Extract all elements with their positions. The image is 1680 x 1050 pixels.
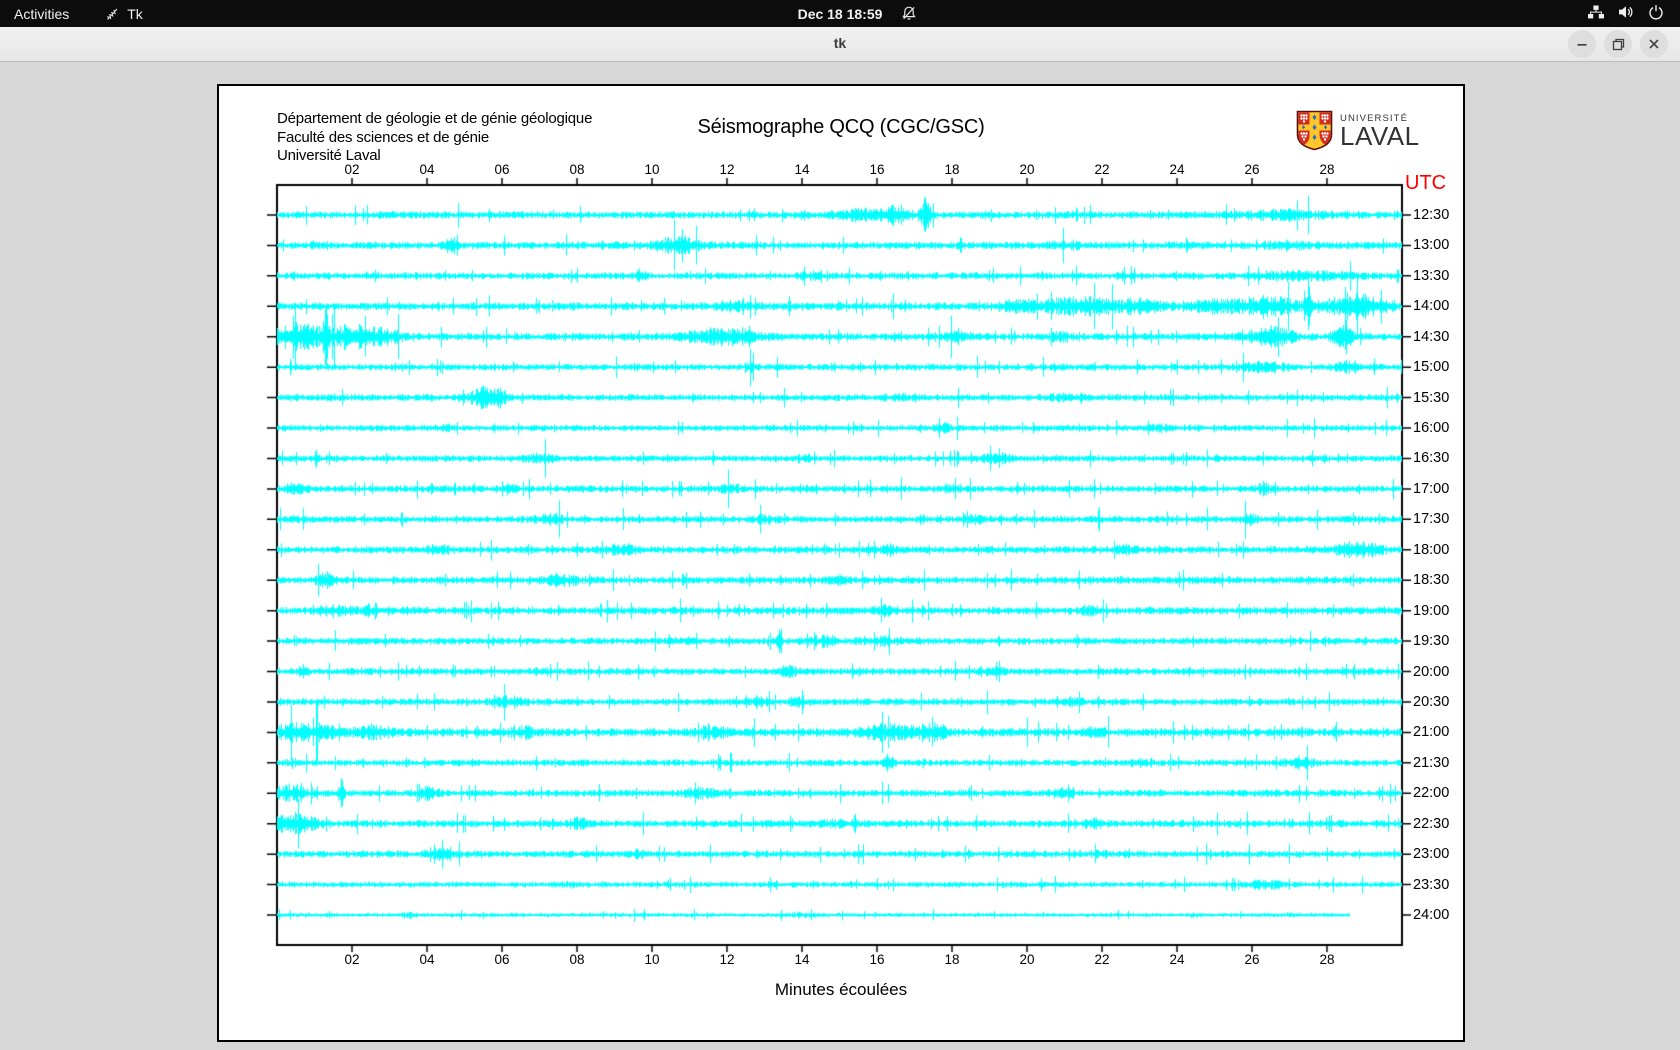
- close-button[interactable]: [1640, 30, 1668, 58]
- minute-tick-label: 18: [944, 162, 960, 177]
- utc-time-label: 22:30: [1413, 815, 1450, 832]
- utc-time-label: 23:00: [1413, 846, 1450, 863]
- window-controls: [1568, 30, 1668, 58]
- minute-tick-label: 08: [569, 952, 585, 967]
- focused-app-indicator[interactable]: Tk: [105, 0, 143, 27]
- window-content: Département de géologie et de génie géol…: [0, 62, 1680, 1050]
- minute-tick-label: 20: [1019, 952, 1035, 967]
- minute-tick-label: 02: [344, 952, 360, 967]
- minute-tick-label: 06: [494, 952, 510, 967]
- minute-tick-label: 26: [1244, 952, 1260, 967]
- minute-tick-label: 22: [1094, 952, 1110, 967]
- clock-button[interactable]: Dec 18 18:59: [798, 0, 883, 27]
- minute-tick-label: 04: [419, 162, 435, 177]
- minute-tick-label: 10: [644, 952, 660, 967]
- minute-tick-label: 28: [1319, 162, 1335, 177]
- minute-tick-label: 24: [1169, 952, 1185, 967]
- tk-feather-icon: [105, 6, 120, 22]
- network-wired-icon: [1587, 4, 1605, 23]
- minute-tick-label: 14: [794, 952, 810, 967]
- utc-time-label: 24:00: [1413, 907, 1450, 923]
- utc-time-label: 18:00: [1413, 541, 1450, 558]
- activities-button[interactable]: Activities: [0, 0, 83, 27]
- utc-time-label: 20:30: [1413, 693, 1450, 710]
- power-icon: [1648, 4, 1664, 23]
- minute-tick-label: 16: [869, 162, 885, 177]
- minute-tick-label: 16: [869, 952, 885, 967]
- seismograph-frame: Département de géologie et de génie géol…: [217, 84, 1465, 1042]
- utc-time-label: 21:00: [1413, 724, 1450, 741]
- minute-tick-label: 28: [1319, 952, 1335, 967]
- utc-time-label: 13:00: [1413, 237, 1450, 254]
- utc-time-label: 23:30: [1413, 876, 1450, 893]
- utc-time-label: 18:30: [1413, 572, 1450, 589]
- gnome-top-bar: Activities Tk Dec 18 18:59: [0, 0, 1680, 27]
- x-axis-title: Minutes écoulées: [774, 980, 908, 999]
- minute-tick-label: 06: [494, 162, 510, 177]
- minute-tick-label: 12: [719, 952, 735, 967]
- utc-time-label: 17:00: [1413, 480, 1450, 497]
- minute-tick-label: 26: [1244, 162, 1260, 177]
- utc-time-label: 12:30: [1413, 207, 1450, 223]
- utc-time-label: 16:00: [1413, 420, 1450, 437]
- utc-time-label: 13:30: [1413, 267, 1450, 284]
- utc-time-label: 16:30: [1413, 450, 1450, 467]
- minute-tick-label: 10: [644, 162, 660, 177]
- maximize-button[interactable]: [1604, 30, 1632, 58]
- window-titlebar[interactable]: tk: [0, 27, 1680, 62]
- minute-tick-label: 22: [1094, 162, 1110, 177]
- focused-app-name: Tk: [127, 5, 143, 22]
- minute-tick-label: 12: [719, 162, 735, 177]
- minute-tick-label: 02: [344, 162, 360, 177]
- minimize-button[interactable]: [1568, 30, 1596, 58]
- utc-time-label: 22:00: [1413, 785, 1450, 802]
- window-title: tk: [833, 35, 847, 51]
- utc-time-label: 15:00: [1413, 359, 1450, 376]
- utc-time-label: 14:30: [1413, 328, 1450, 345]
- utc-time-label: 19:00: [1413, 602, 1450, 619]
- volume-icon: [1618, 4, 1635, 23]
- seismogram-plot: [219, 86, 1463, 1040]
- utc-time-label: 19:30: [1413, 633, 1450, 650]
- notifications-disabled-icon[interactable]: [901, 5, 917, 24]
- utc-time-label: 17:30: [1413, 511, 1450, 528]
- minute-tick-label: 08: [569, 162, 585, 177]
- utc-time-label: 15:30: [1413, 389, 1450, 406]
- minute-tick-label: 20: [1019, 162, 1035, 177]
- minute-tick-label: 24: [1169, 162, 1185, 177]
- utc-time-label: 20:00: [1413, 663, 1450, 680]
- utc-time-label: 14:00: [1413, 298, 1450, 315]
- minute-tick-label: 04: [419, 952, 435, 967]
- system-status-area[interactable]: [1587, 0, 1680, 27]
- minute-tick-label: 14: [794, 162, 810, 177]
- utc-time-label: 21:30: [1413, 754, 1450, 771]
- minute-tick-label: 18: [944, 952, 960, 967]
